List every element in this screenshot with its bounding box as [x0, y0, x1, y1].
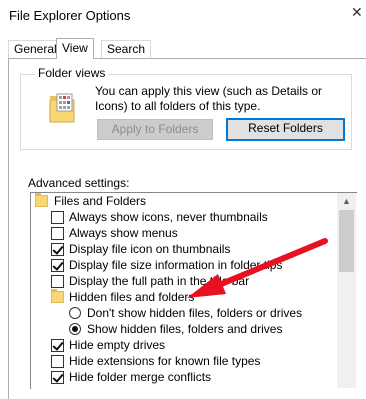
- close-icon[interactable]: ✕: [351, 4, 363, 21]
- folder-icon: [51, 289, 64, 303]
- option-label: Always show icons, never thumbnails: [69, 210, 268, 224]
- checkbox-checked[interactable]: [51, 371, 64, 384]
- tab-view[interactable]: View: [56, 38, 94, 59]
- option-label: Hide empty drives: [69, 338, 166, 352]
- radio-button[interactable]: [69, 307, 81, 319]
- option-label: Show hidden files, folders and drives: [87, 322, 283, 336]
- window-title: File Explorer Options: [9, 8, 131, 23]
- checkbox[interactable]: [51, 211, 64, 224]
- option-label: Hide extensions for known file types: [69, 354, 261, 368]
- tab-search[interactable]: Search: [101, 40, 152, 58]
- folder-view-icon: [49, 93, 75, 123]
- checkbox[interactable]: [51, 275, 64, 288]
- title-bar: File Explorer Options ✕: [0, 0, 366, 32]
- radio-button-selected[interactable]: [69, 323, 81, 335]
- option-label: Display file size information in folder …: [69, 258, 283, 272]
- checkbox-checked[interactable]: [51, 243, 64, 256]
- scroll-up-icon[interactable]: ▲: [337, 193, 356, 210]
- option-label: Display file icon on thumbnails: [69, 242, 231, 256]
- reset-folders-button[interactable]: Reset Folders: [226, 118, 345, 141]
- option-label: Don't show hidden files, folders or driv…: [87, 306, 303, 320]
- vertical-scrollbar[interactable]: ▲: [337, 193, 356, 388]
- tree-folder-label: Hidden files and folders: [69, 290, 195, 304]
- option-label: Display the full path in the title bar: [69, 274, 250, 288]
- advanced-settings-label: Advanced settings:: [28, 176, 130, 190]
- checkbox[interactable]: [51, 227, 64, 240]
- checkbox-checked[interactable]: [51, 339, 64, 352]
- folder-views-description: You can apply this view (such as Details…: [95, 84, 323, 113]
- folder-icon: [35, 193, 48, 207]
- scrollbar-thumb[interactable]: [339, 210, 354, 272]
- tab-general[interactable]: General: [8, 40, 63, 58]
- checkbox[interactable]: [51, 355, 64, 368]
- advanced-settings-tree[interactable]: Files and Folders Always show icons, nev…: [30, 192, 357, 389]
- tree-folder-label: Files and Folders: [54, 194, 147, 208]
- checkbox-checked[interactable]: [51, 259, 64, 272]
- option-label: Always show menus: [69, 226, 178, 240]
- apply-to-folders-button[interactable]: Apply to Folders: [97, 119, 213, 140]
- folder-views-label: Folder views: [35, 66, 109, 80]
- option-label: Hide folder merge conflicts: [69, 370, 212, 384]
